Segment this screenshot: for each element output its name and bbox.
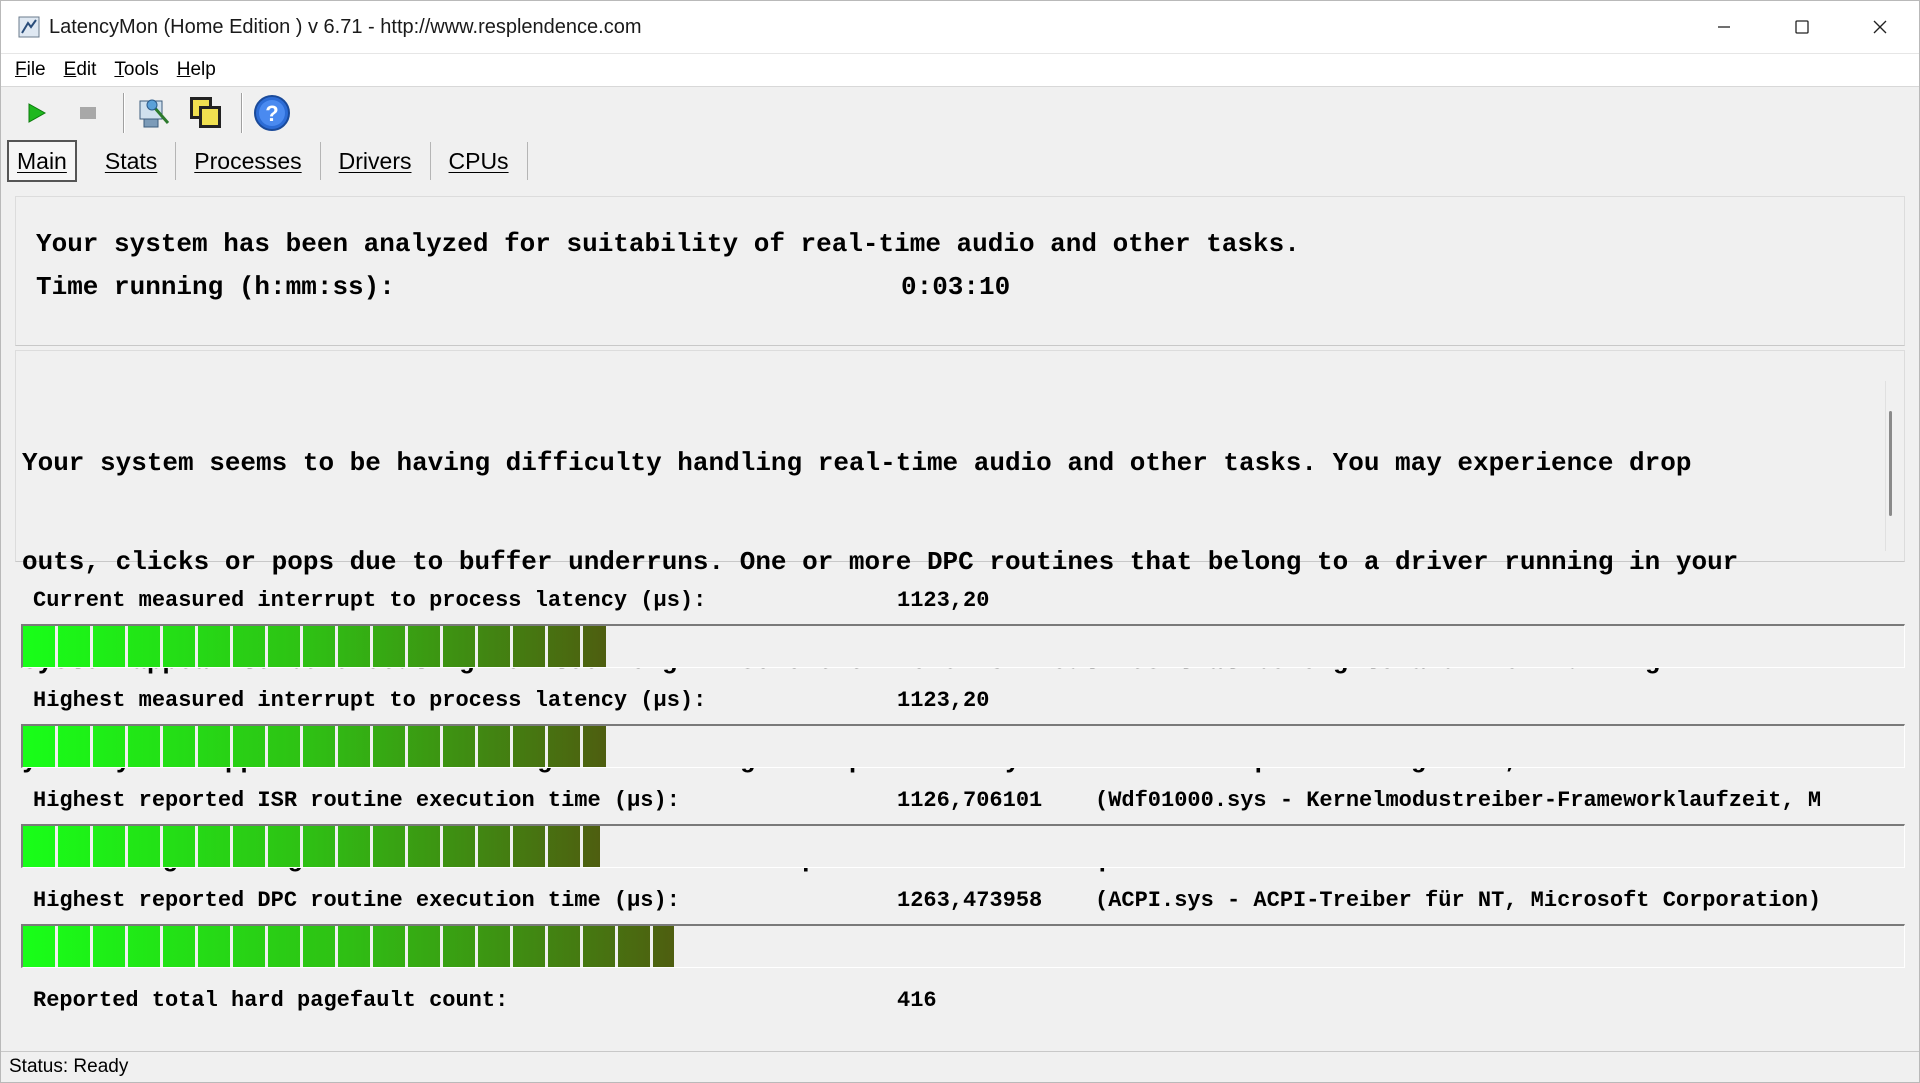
dpc-bar-fill	[23, 926, 674, 967]
tab-bar: Main Stats Processes Drivers CPUs	[1, 139, 1919, 183]
time-running-label: Time running (h:mm:ss):	[36, 272, 395, 302]
time-running-row: Time running (h:mm:ss): 0:03:10	[36, 272, 1904, 315]
status-bar: Status: Ready	[1, 1051, 1919, 1082]
tab-main[interactable]: Main	[7, 140, 77, 182]
play-icon	[28, 103, 47, 123]
copy-icon	[190, 97, 221, 128]
maximize-icon	[1795, 20, 1809, 34]
toolbar-separator	[123, 93, 125, 133]
svg-text:?: ?	[265, 101, 278, 126]
isr-bar-fill	[23, 826, 601, 867]
metric-pagefault: Reported total hard pagefault count: 416	[15, 982, 1905, 1018]
latencymon-window: LatencyMon (Home Edition ) v 6.71 - http…	[0, 0, 1920, 1083]
minimize-icon	[1718, 26, 1730, 28]
tab-processes[interactable]: Processes	[176, 142, 321, 180]
main-content: Your system has been analyzed for suitab…	[15, 196, 1905, 1018]
latency-bar-fill	[23, 626, 607, 667]
help-button[interactable]: ?	[249, 90, 295, 136]
time-running-value: 0:03:10	[901, 272, 1011, 302]
app-icon	[17, 15, 41, 39]
menu-bar: File Edit Tools Help	[1, 54, 1919, 87]
close-icon	[1873, 20, 1887, 34]
latency-bar-current	[21, 624, 1905, 668]
close-button[interactable]	[1841, 1, 1919, 53]
driver-analysis-button[interactable]	[131, 90, 177, 136]
pagefault-value: 416	[897, 987, 937, 1013]
scrollbar-thumb[interactable]	[1889, 411, 1892, 516]
copy-button[interactable]	[183, 90, 229, 136]
tab-cpus[interactable]: CPUs	[431, 142, 528, 180]
status-text: Status: Ready	[9, 1056, 129, 1077]
driver-analysis-icon	[139, 99, 170, 128]
pagefault-label: Reported total hard pagefault count:	[33, 987, 509, 1013]
tab-drivers[interactable]: Drivers	[321, 142, 431, 180]
menu-tools[interactable]: Tools	[114, 59, 158, 81]
title-bar[interactable]: LatencyMon (Home Edition ) v 6.71 - http…	[1, 1, 1919, 54]
dpc-bar	[21, 924, 1905, 968]
verdict-panel: Your system seems to be having difficult…	[15, 350, 1905, 874]
latency-bar-highest	[21, 724, 1905, 768]
start-button[interactable]	[13, 90, 59, 136]
verdict-line: Your system seems to be having difficult…	[22, 448, 1692, 478]
tab-stats[interactable]: Stats	[87, 142, 177, 180]
minimize-button[interactable]	[1685, 1, 1763, 53]
summary-panel: Your system has been analyzed for suitab…	[15, 196, 1905, 346]
menu-help[interactable]: Help	[177, 59, 216, 81]
stop-icon	[80, 107, 96, 119]
stop-button[interactable]	[65, 90, 111, 136]
menu-file[interactable]: File	[15, 59, 46, 81]
verdict-scrollbar[interactable]	[1885, 381, 1896, 551]
analyzed-text: Your system has been analyzed for suitab…	[36, 229, 1300, 259]
help-icon: ?	[254, 95, 290, 131]
window-title: LatencyMon (Home Edition ) v 6.71 - http…	[49, 15, 642, 38]
toolbar-separator	[241, 93, 243, 133]
latency-bar-fill	[23, 726, 607, 767]
verdict-line: outs, clicks or pops due to buffer under…	[22, 547, 1739, 577]
menu-edit[interactable]: Edit	[64, 59, 97, 81]
toolbar: ?	[1, 87, 1919, 139]
isr-bar	[21, 824, 1905, 868]
maximize-button[interactable]	[1763, 1, 1841, 53]
